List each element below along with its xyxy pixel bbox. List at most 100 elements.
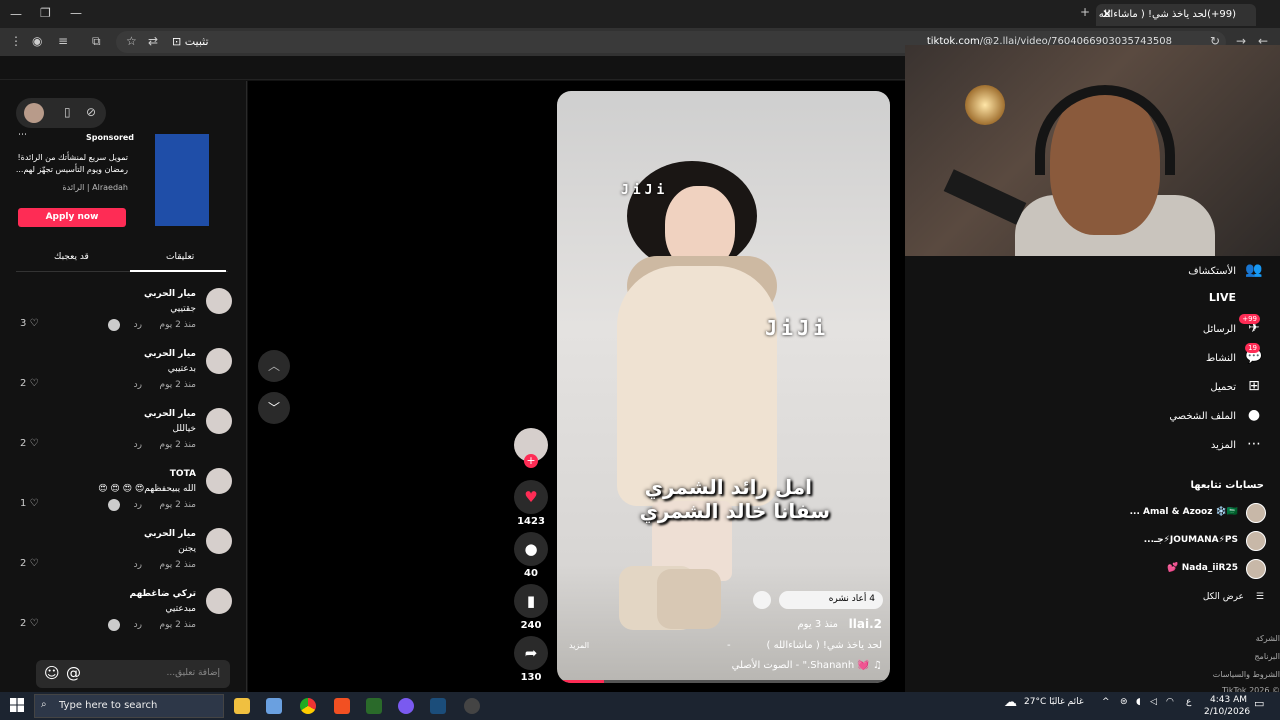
weather-icon[interactable]: ☁ bbox=[1004, 695, 1017, 710]
account-switcher[interactable]: ▯ ⊘ bbox=[16, 98, 106, 128]
profile-icon[interactable]: ◉ bbox=[32, 34, 42, 48]
video-player[interactable]: JiJi JiJi امل رائد الشمري سفانا خالد الش… bbox=[557, 91, 890, 683]
comment-like-button[interactable]: 1 ♡ bbox=[20, 498, 39, 509]
apply-now-button[interactable]: Apply now bbox=[18, 208, 126, 227]
extensions-icon[interactable]: ⧉ bbox=[92, 34, 101, 49]
share-button[interactable]: ➦ bbox=[514, 636, 548, 670]
store-icon[interactable] bbox=[266, 698, 282, 714]
sponsored-ad[interactable]: ⋯ Sponsored تمويل سريع لمنشأتك من الرائد… bbox=[14, 130, 230, 230]
minimize-icon[interactable]: — bbox=[10, 7, 22, 21]
compass-icon[interactable]: ⊘ bbox=[86, 105, 96, 119]
ad-more-icon[interactable]: ⋯ bbox=[18, 130, 27, 140]
commenter-avatar[interactable] bbox=[206, 528, 232, 554]
clock-time[interactable]: 4:43 AM bbox=[1210, 695, 1247, 705]
tray-chevron-icon[interactable]: ^ bbox=[1102, 697, 1110, 707]
headphones-shape bbox=[1035, 85, 1175, 175]
nav-label: LIVE bbox=[1208, 291, 1236, 304]
restore-icon[interactable]: ❐ bbox=[40, 6, 51, 20]
previous-video-button[interactable]: ︿ bbox=[258, 350, 290, 382]
tab-creator[interactable]: قد يعجبك bbox=[54, 252, 89, 262]
followed-account[interactable]: JOUMANA⚡PS⚡جـ... bbox=[1066, 531, 1266, 551]
reply-button[interactable]: رد bbox=[134, 440, 142, 450]
commenter-name[interactable]: ميار الحربي bbox=[144, 349, 196, 359]
commenter-name[interactable]: ميار الحربي bbox=[144, 529, 196, 539]
repost-icon[interactable] bbox=[753, 591, 771, 609]
chrome-icon[interactable] bbox=[300, 698, 316, 714]
comment-input[interactable]: إضافة تعليق... ☺ @ bbox=[36, 660, 230, 688]
new-tab-icon[interactable]: + bbox=[1080, 5, 1090, 19]
tab-comments[interactable]: تعليقات bbox=[166, 252, 194, 262]
brave-icon[interactable] bbox=[334, 698, 350, 714]
nav-badge: 19 bbox=[1245, 343, 1260, 353]
followed-account[interactable]: Amal & Azooz ❄️🇸🇦 ... bbox=[1066, 503, 1266, 523]
mic-tray-icon[interactable]: ◖ bbox=[1136, 697, 1141, 707]
nav-item[interactable]: 💬 19 النشاط bbox=[1206, 343, 1264, 371]
footer-link[interactable]: البرنامج bbox=[1254, 652, 1280, 661]
weather-text[interactable]: 27°C غائم غالبًا bbox=[1024, 697, 1084, 707]
see-all-link[interactable]: ☰ عرض الكل bbox=[1203, 592, 1264, 602]
network-icon[interactable]: ⊜ bbox=[1120, 697, 1128, 707]
nav-item[interactable]: LIVE bbox=[1209, 291, 1264, 313]
commenter-name[interactable]: ميار الحربي bbox=[144, 289, 196, 299]
language-indicator[interactable]: ع bbox=[1186, 697, 1191, 707]
close-tab-icon[interactable]: ✕ bbox=[1102, 7, 1112, 21]
translate-icon[interactable]: ⇄ bbox=[148, 34, 158, 48]
wifi-icon[interactable]: ◠ bbox=[1166, 697, 1174, 707]
sound-info[interactable]: ♫ 💓 Shananh." - الصوت الأصلي bbox=[732, 660, 882, 671]
commenter-avatar[interactable] bbox=[206, 588, 232, 614]
comment-like-button[interactable]: 2 ♡ bbox=[20, 438, 39, 449]
nav-item[interactable]: 👥 الأستكشاف bbox=[1188, 262, 1264, 284]
reply-button[interactable]: رد bbox=[134, 500, 142, 510]
reply-button[interactable]: رد bbox=[134, 620, 142, 630]
commenter-name[interactable]: ميار الحربي bbox=[144, 409, 196, 419]
steam-icon[interactable] bbox=[430, 698, 446, 714]
taskbar-search[interactable]: ⌕ Type here to search bbox=[34, 694, 224, 718]
nav-item[interactable]: ⋯ المزيد bbox=[1211, 436, 1264, 458]
reply-button[interactable]: رد bbox=[134, 380, 142, 390]
menu-icon[interactable]: ⋮ bbox=[10, 34, 22, 48]
commenter-name[interactable]: TOTA bbox=[170, 469, 196, 479]
comment-button[interactable]: ● bbox=[514, 532, 548, 566]
mention-icon[interactable]: @ bbox=[66, 664, 81, 682]
xbox-icon[interactable] bbox=[366, 698, 382, 714]
repost-pill[interactable]: 4 أعاد نشره bbox=[753, 591, 883, 609]
nav-item[interactable]: ✈ 99+ الرسائل bbox=[1203, 314, 1264, 342]
nav-item[interactable]: ⊞ تحميل bbox=[1210, 378, 1264, 400]
footer-link[interactable]: الشروط والسياسات bbox=[1213, 670, 1280, 679]
footer-link[interactable]: الشركة bbox=[1256, 634, 1280, 643]
next-video-button[interactable]: ﹀ bbox=[258, 392, 290, 424]
see-more-link[interactable]: المزيد bbox=[569, 641, 589, 650]
avatar[interactable] bbox=[24, 103, 44, 123]
file-explorer-icon[interactable] bbox=[234, 698, 250, 714]
emoji-icon[interactable]: ☺ bbox=[44, 664, 60, 682]
tab-tiktok[interactable]: ✕ (99+)لحد ياخذ شي! ( ماشاءالله ) - bbox=[1096, 4, 1256, 26]
commenter-avatar[interactable] bbox=[206, 468, 232, 494]
like-button[interactable]: ♥ bbox=[514, 480, 548, 514]
reply-button[interactable]: رد bbox=[134, 560, 142, 570]
commenter-avatar[interactable] bbox=[206, 288, 232, 314]
progress-bar[interactable] bbox=[557, 680, 890, 683]
commenter-avatar[interactable] bbox=[206, 348, 232, 374]
comment-like-button[interactable]: 2 ♡ bbox=[20, 378, 39, 389]
author-handle[interactable]: llai.2 bbox=[849, 617, 882, 631]
phone-icon[interactable]: ▯ bbox=[64, 105, 71, 119]
comment-like-button[interactable]: 2 ♡ bbox=[20, 558, 39, 569]
commenter-avatar[interactable] bbox=[206, 408, 232, 434]
obs-icon[interactable] bbox=[464, 698, 480, 714]
comment-like-button[interactable]: 2 ♡ bbox=[20, 618, 39, 629]
close-window-icon[interactable]: — bbox=[70, 6, 82, 20]
follow-plus-icon[interactable]: + bbox=[524, 454, 538, 468]
notification-icon[interactable]: ▭ bbox=[1254, 697, 1264, 710]
reading-list-icon[interactable]: ≡ bbox=[58, 34, 68, 48]
commenter-name[interactable]: تركي ضاغطهم bbox=[130, 589, 196, 599]
discord-icon[interactable] bbox=[398, 698, 414, 714]
comment-like-button[interactable]: 3 ♡ bbox=[20, 318, 39, 329]
followed-account[interactable]: Nada_iiR25 💕 bbox=[1066, 559, 1266, 579]
bookmark-star-icon[interactable]: ☆ bbox=[126, 34, 137, 48]
clock-date[interactable]: 2/10/2026 bbox=[1204, 707, 1250, 717]
save-button[interactable]: ▮ bbox=[514, 584, 548, 618]
volume-icon[interactable]: ◁ bbox=[1150, 697, 1157, 707]
reply-button[interactable]: رد bbox=[134, 320, 142, 330]
nav-item[interactable]: ● الملف الشخصي bbox=[1169, 407, 1264, 429]
install-app-button[interactable]: ⊡ تثبيت bbox=[172, 35, 209, 48]
